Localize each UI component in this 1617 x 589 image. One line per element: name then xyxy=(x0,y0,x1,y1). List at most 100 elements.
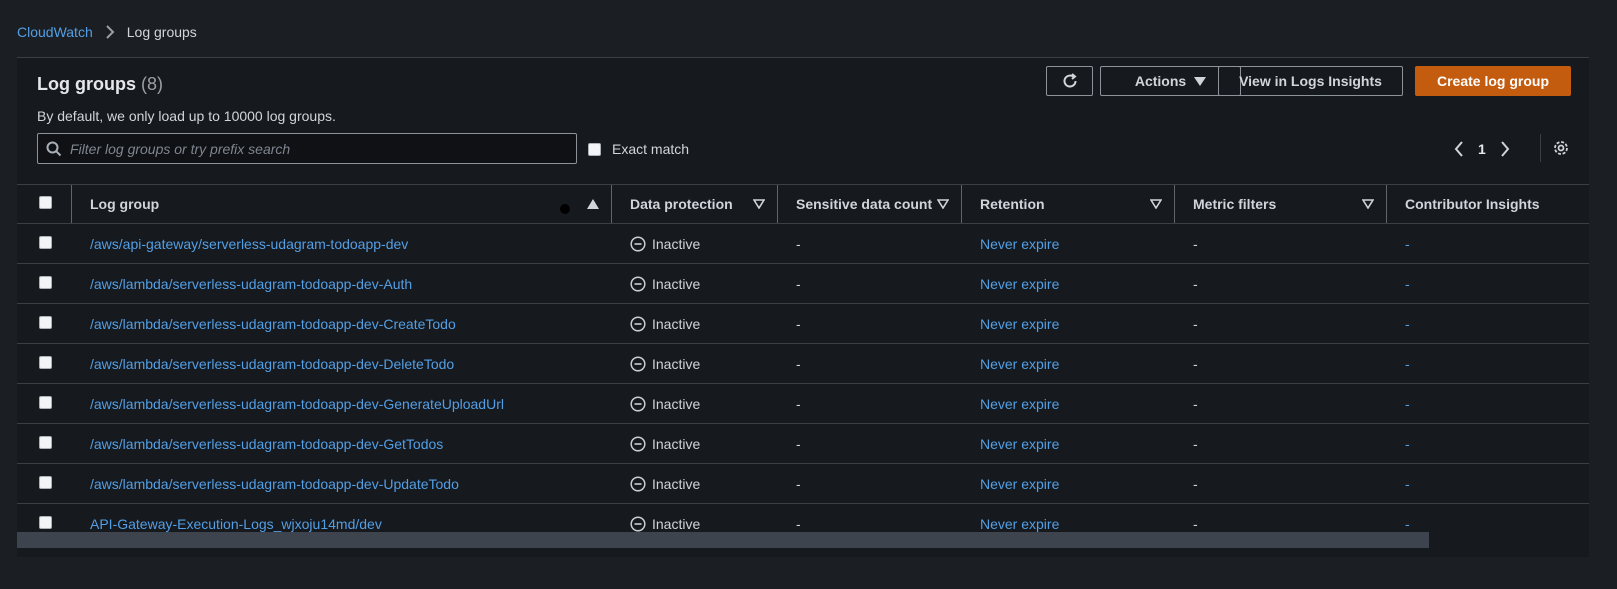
search-input[interactable] xyxy=(70,140,550,157)
contributor-insights-link[interactable]: - xyxy=(1405,316,1410,332)
column-label: Contributor Insights xyxy=(1405,196,1540,212)
log-group-link[interactable]: /aws/api-gateway/serverless-udagram-todo… xyxy=(90,236,408,252)
column-label: Metric filters xyxy=(1193,196,1277,212)
metric-filters-value: - xyxy=(1193,355,1198,372)
view-in-logs-insights-button[interactable]: View in Logs Insights xyxy=(1218,66,1403,96)
page-title: Log groups (8) xyxy=(37,74,163,95)
retention-link[interactable]: Never expire xyxy=(980,236,1059,252)
row-checkbox[interactable] xyxy=(39,315,52,329)
table-row: /aws/lambda/serverless-udagram-todoapp-d… xyxy=(17,304,1589,344)
current-page[interactable]: 1 xyxy=(1478,141,1486,157)
sensitive-data-count: - xyxy=(796,395,801,412)
status-text: Inactive xyxy=(652,355,701,372)
refresh-button[interactable] xyxy=(1046,66,1093,96)
breadcrumb-current: Log groups xyxy=(126,24,197,40)
title-text: Log groups xyxy=(37,74,136,94)
table-row: API-Gateway-Execution-Logs_wjxoju14md/de… xyxy=(17,504,1589,533)
log-group-count: (8) xyxy=(141,74,163,94)
inactive-status-icon xyxy=(630,435,646,452)
pagination: 1 xyxy=(1454,137,1510,161)
column-label: Data protection xyxy=(630,196,733,212)
row-checkbox[interactable] xyxy=(39,355,52,369)
sensitive-data-count: - xyxy=(796,435,801,452)
table-header-row: Log group Data protection Sensitive data… xyxy=(17,184,1589,224)
inactive-status-icon xyxy=(630,395,646,412)
data-protection-status: Inactive xyxy=(630,236,777,252)
inactive-status-icon xyxy=(630,475,646,492)
log-groups-panel: Log groups (8) By default, we only load … xyxy=(17,57,1589,557)
column-header-data-protection[interactable]: Data protection xyxy=(611,185,777,224)
log-group-link[interactable]: /aws/lambda/serverless-udagram-todoapp-d… xyxy=(90,396,504,412)
breadcrumb-cloudwatch[interactable]: CloudWatch xyxy=(17,24,93,40)
contributor-insights-link[interactable]: - xyxy=(1405,276,1410,292)
log-group-link[interactable]: /aws/lambda/serverless-udagram-todoapp-d… xyxy=(90,356,454,372)
retention-link[interactable]: Never expire xyxy=(980,476,1059,492)
sensitive-data-count: - xyxy=(796,515,801,532)
row-checkbox[interactable] xyxy=(39,475,52,489)
metric-filters-value: - xyxy=(1193,515,1198,532)
select-all-checkbox[interactable] xyxy=(39,196,52,209)
search-icon xyxy=(46,141,62,157)
status-text: Inactive xyxy=(652,395,701,412)
row-checkbox[interactable] xyxy=(39,435,52,449)
column-header-metric-filters[interactable]: Metric filters xyxy=(1174,185,1386,224)
chevron-right-icon[interactable] xyxy=(1500,141,1510,157)
column-header-retention[interactable]: Retention xyxy=(961,185,1174,224)
table-row: /aws/api-gateway/serverless-udagram-todo… xyxy=(17,224,1589,264)
data-protection-status: Inactive xyxy=(630,316,777,332)
chevron-left-icon[interactable] xyxy=(1454,141,1464,157)
horizontal-scrollbar[interactable] xyxy=(17,532,1589,548)
contributor-insights-link[interactable]: - xyxy=(1405,436,1410,452)
contributor-insights-link[interactable]: - xyxy=(1405,236,1410,252)
contributor-insights-link[interactable]: - xyxy=(1405,356,1410,372)
data-protection-status: Inactive xyxy=(630,396,777,412)
search-box xyxy=(37,133,577,164)
sort-icon xyxy=(937,199,949,209)
inactive-status-icon xyxy=(630,355,646,372)
data-protection-status: Inactive xyxy=(630,516,777,532)
data-protection-status: Inactive xyxy=(630,476,777,492)
sort-icon xyxy=(1362,199,1374,209)
contributor-insights-link[interactable]: - xyxy=(1405,476,1410,492)
metric-filters-value: - xyxy=(1193,435,1198,452)
retention-link[interactable]: Never expire xyxy=(980,516,1059,532)
column-header-log-group[interactable]: Log group xyxy=(71,185,611,224)
retention-link[interactable]: Never expire xyxy=(980,316,1059,332)
retention-link[interactable]: Never expire xyxy=(980,356,1059,372)
table-row: /aws/lambda/serverless-udagram-todoapp-d… xyxy=(17,384,1589,424)
gear-icon[interactable] xyxy=(1553,140,1569,156)
log-group-link[interactable]: /aws/lambda/serverless-udagram-todoapp-d… xyxy=(90,316,456,332)
contributor-insights-link[interactable]: - xyxy=(1405,516,1410,532)
sensitive-data-count: - xyxy=(796,475,801,492)
inactive-status-icon xyxy=(630,235,646,252)
column-label: Retention xyxy=(980,196,1045,212)
row-checkbox[interactable] xyxy=(39,395,52,409)
row-checkbox[interactable] xyxy=(39,275,52,289)
exact-match-toggle[interactable]: Exact match xyxy=(588,141,689,157)
column-header-contributor-insights[interactable]: Contributor Insights xyxy=(1386,185,1589,224)
row-checkbox[interactable] xyxy=(39,235,52,249)
retention-link[interactable]: Never expire xyxy=(980,276,1059,292)
retention-link[interactable]: Never expire xyxy=(980,436,1059,452)
sort-icon xyxy=(1150,199,1162,209)
log-group-link[interactable]: API-Gateway-Execution-Logs_wjxoju14md/de… xyxy=(90,516,382,532)
scrollbar-thumb[interactable] xyxy=(17,532,1429,548)
column-header-sensitive-data-count[interactable]: Sensitive data count xyxy=(777,185,961,224)
exact-match-checkbox[interactable] xyxy=(588,142,601,156)
inactive-status-icon xyxy=(630,315,646,332)
sensitive-data-count: - xyxy=(796,355,801,372)
data-protection-status: Inactive xyxy=(630,276,777,292)
log-group-link[interactable]: /aws/lambda/serverless-udagram-todoapp-d… xyxy=(90,436,443,452)
data-protection-status: Inactive xyxy=(630,436,777,452)
status-text: Inactive xyxy=(652,515,701,532)
log-group-link[interactable]: /aws/lambda/serverless-udagram-todoapp-d… xyxy=(90,476,459,492)
metric-filters-value: - xyxy=(1193,475,1198,492)
log-group-link[interactable]: /aws/lambda/serverless-udagram-todoapp-d… xyxy=(90,276,412,292)
panel-header: Log groups (8) By default, we only load … xyxy=(17,58,1589,184)
retention-link[interactable]: Never expire xyxy=(980,396,1059,412)
contributor-insights-link[interactable]: - xyxy=(1405,396,1410,412)
column-label: Log group xyxy=(90,196,160,212)
row-checkbox[interactable] xyxy=(39,515,52,529)
caret-down-icon xyxy=(1194,76,1207,86)
create-log-group-button[interactable]: Create log group xyxy=(1415,66,1571,96)
